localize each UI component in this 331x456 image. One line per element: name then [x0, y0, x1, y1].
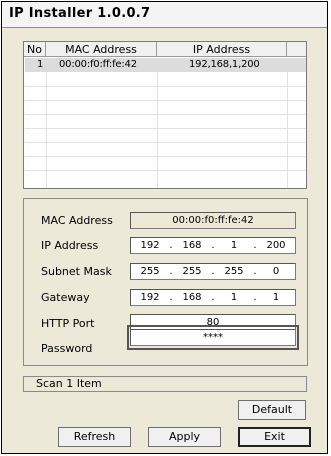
- grid-line: [25, 170, 306, 171]
- subnet-separator: .: [211, 266, 215, 277]
- ip-address-label: IP Address: [41, 239, 99, 252]
- ip-separator: .: [169, 240, 173, 251]
- grid-line: [287, 72, 288, 188]
- mac-address-label: MAC Address: [41, 214, 113, 227]
- gateway-octet-1[interactable]: 192: [133, 290, 167, 305]
- row-mac: 00:00:f0:ff:fe:42: [59, 59, 137, 70]
- grid-line: [157, 72, 158, 188]
- ip-octet-2[interactable]: 168: [175, 238, 209, 253]
- gateway-octet-3[interactable]: 1: [217, 290, 251, 305]
- device-list[interactable]: No MAC Address IP Address 1 00:00:f0:ff:…: [23, 41, 307, 189]
- exit-button[interactable]: Exit: [238, 427, 311, 447]
- grid-line: [25, 142, 306, 143]
- subnet-octet-4[interactable]: 0: [259, 264, 293, 279]
- apply-button[interactable]: Apply: [148, 427, 221, 447]
- gateway-field[interactable]: 192 . 168 . 1 . 1: [130, 289, 296, 306]
- grid-line: [25, 156, 306, 157]
- ip-separator: .: [253, 240, 257, 251]
- subnet-mask-field[interactable]: 255 . 255 . 255 . 0: [130, 263, 296, 280]
- password-value: ****: [203, 332, 223, 343]
- column-header-ip[interactable]: IP Address: [157, 42, 287, 57]
- subnet-separator: .: [169, 266, 173, 277]
- subnet-octet-1[interactable]: 255: [133, 264, 167, 279]
- subnet-octet-3[interactable]: 255: [217, 264, 251, 279]
- column-header-filler: [287, 42, 306, 57]
- mac-address-field: 00:00:f0:ff:fe:42: [130, 212, 296, 229]
- grid-line: [25, 86, 306, 87]
- column-header-no[interactable]: No: [24, 42, 46, 57]
- ip-octet-3[interactable]: 1: [217, 238, 251, 253]
- refresh-button[interactable]: Refresh: [58, 427, 131, 447]
- ip-octet-1[interactable]: 192: [133, 238, 167, 253]
- title-bar[interactable]: IP Installer 1.0.0.7: [2, 2, 327, 28]
- subnet-separator: .: [253, 266, 257, 277]
- grid-line: [46, 72, 47, 188]
- window-title: IP Installer 1.0.0.7: [9, 6, 151, 21]
- row-ip: 192,168,1,200: [189, 59, 260, 70]
- gateway-octet-4[interactable]: 1: [259, 290, 293, 305]
- password-label: Password: [41, 342, 93, 355]
- gateway-octet-2[interactable]: 168: [175, 290, 209, 305]
- gateway-separator: .: [253, 292, 257, 303]
- default-button[interactable]: Default: [238, 400, 306, 420]
- mac-address-value: 00:00:f0:ff:fe:42: [172, 215, 254, 226]
- row-no: 1: [37, 59, 44, 70]
- column-header-mac[interactable]: MAC Address: [46, 42, 157, 57]
- grid-line: [25, 114, 306, 115]
- password-field[interactable]: ****: [130, 329, 296, 346]
- subnet-octet-2[interactable]: 255: [175, 264, 209, 279]
- status-bar: Scan 1 Item: [23, 376, 307, 392]
- ip-installer-window: IP Installer 1.0.0.7 No MAC Address IP A…: [1, 1, 328, 454]
- status-text: Scan 1 Item: [36, 377, 102, 390]
- list-header: No MAC Address IP Address: [24, 42, 306, 58]
- gateway-separator: .: [169, 292, 173, 303]
- grid-line: [25, 128, 306, 129]
- gateway-label: Gateway: [41, 291, 90, 304]
- table-row[interactable]: 1 00:00:f0:ff:fe:42 192,168,1,200: [25, 58, 306, 72]
- gateway-separator: .: [211, 292, 215, 303]
- settings-group: MAC Address 00:00:f0:ff:fe:42 IP Address…: [23, 198, 308, 366]
- subnet-mask-label: Subnet Mask: [41, 265, 112, 278]
- ip-octet-4[interactable]: 200: [259, 238, 293, 253]
- http-port-label: HTTP Port: [41, 317, 95, 330]
- ip-separator: .: [211, 240, 215, 251]
- grid-line: [25, 100, 306, 101]
- ip-address-field[interactable]: 192 . 168 . 1 . 200: [130, 237, 296, 254]
